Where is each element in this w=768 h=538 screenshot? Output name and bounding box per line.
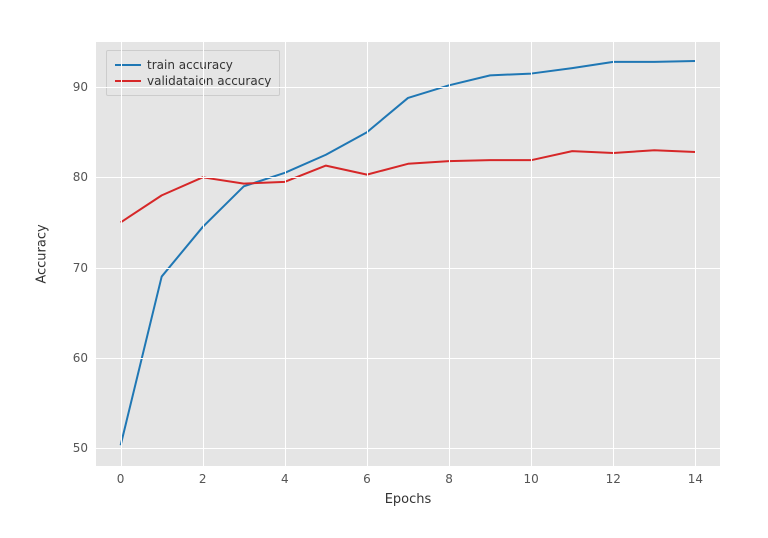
y-axis-label: Accuracy [35, 224, 50, 283]
x-tick-label: 6 [363, 472, 371, 486]
gridline-h [96, 177, 720, 178]
gridline-h [96, 268, 720, 269]
gridline-v [695, 42, 696, 466]
x-tick-label: 4 [281, 472, 289, 486]
legend-label: train accuracy [147, 57, 233, 73]
chart-lines [96, 42, 720, 466]
y-tick-label: 70 [73, 261, 94, 275]
legend-swatch [115, 64, 141, 66]
gridline-v [203, 42, 204, 466]
gridline-v [121, 42, 122, 466]
y-tick-label: 60 [73, 351, 94, 365]
x-tick-label: 0 [117, 472, 125, 486]
legend-swatch [115, 80, 141, 82]
series-line-1 [121, 150, 696, 222]
y-tick-label: 80 [73, 170, 94, 184]
gridline-v [285, 42, 286, 466]
gridline-h [96, 358, 720, 359]
y-tick-label: 90 [73, 80, 94, 94]
gridline-v [613, 42, 614, 466]
x-tick-label: 2 [199, 472, 207, 486]
x-tick-label: 8 [445, 472, 453, 486]
gridline-h [96, 448, 720, 449]
x-tick-label: 14 [688, 472, 703, 486]
x-axis-label: Epochs [385, 492, 432, 507]
legend: train accuracyvalidataion accuracy [106, 50, 280, 96]
x-tick-label: 10 [524, 472, 539, 486]
x-tick-label: 12 [606, 472, 621, 486]
series-line-0 [121, 61, 696, 445]
figure: train accuracyvalidataion accuracy Epoch… [0, 0, 768, 538]
legend-item: train accuracy [115, 57, 271, 73]
gridline-v [531, 42, 532, 466]
gridline-v [367, 42, 368, 466]
y-tick-label: 50 [73, 441, 94, 455]
gridline-v [449, 42, 450, 466]
gridline-h [96, 87, 720, 88]
plot-area: train accuracyvalidataion accuracy [96, 42, 720, 466]
